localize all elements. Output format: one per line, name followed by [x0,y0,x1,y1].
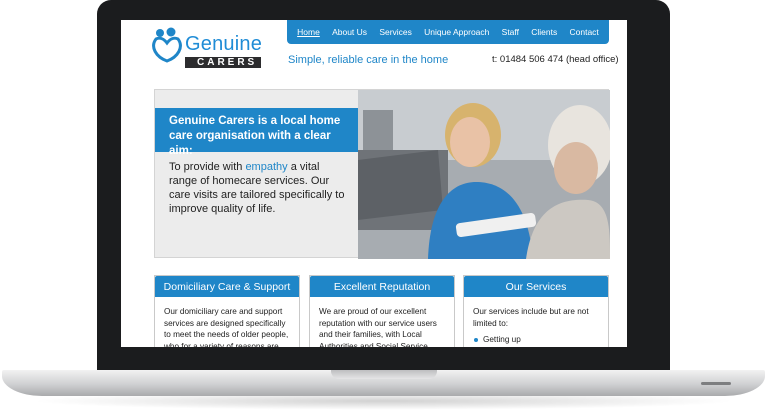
phone-number: t: 01484 506 474 (head office) [492,54,619,65]
nav-about-us[interactable]: About Us [332,27,367,37]
nav-home[interactable]: Home [297,27,320,37]
laptop-screen: Genuine CARERS Home About Us Services Un… [121,20,627,347]
nav-services[interactable]: Services [379,27,412,37]
card-title: Excellent Reputation [310,276,454,297]
hero-text: To provide with empathy a vital range of… [169,160,349,216]
main-nav: Home About Us Services Unique Approach S… [287,20,609,44]
laptop-notch [331,370,437,379]
card-body: Our domiciliary care and support service… [164,307,289,347]
card-domiciliary-care: Domiciliary Care & Support Our domicilia… [154,275,300,347]
nav-contact[interactable]: Contact [570,27,599,37]
site-logo[interactable]: Genuine CARERS [152,27,262,69]
nav-clients[interactable]: Clients [531,27,557,37]
site-tagline: Simple, reliable care in the home [288,54,449,66]
laptop-indicator-light [701,382,731,385]
list-item: Getting up [473,334,600,346]
carer-photo-illustration [358,90,610,259]
card-title: Domiciliary Care & Support [155,276,299,297]
hero-heading: Genuine Carers is a local home care orga… [155,108,359,157]
card-excellent-reputation: Excellent Reputation We are proud of our… [309,275,455,347]
hero-text-start: To provide with [169,161,246,173]
hero-text-highlight: empathy [245,161,288,173]
card-body: We are proud of our excellent reputation… [319,307,437,347]
hero-banner: Genuine Carers is a local home care orga… [154,89,610,259]
hero-photo-carer [358,90,610,259]
logo-wordmark: Genuine [185,33,263,55]
nav-staff[interactable]: Staff [502,27,519,37]
card-our-services: Our Services Our services include but ar… [463,275,609,347]
services-list: Getting up [473,334,600,346]
heart-people-icon [152,27,182,63]
nav-unique-approach[interactable]: Unique Approach [424,27,489,37]
logo-subtitle: CARERS [197,57,258,68]
card-body-text: Our services include but are not limited… [473,307,589,328]
card-body: Our services include but are not limited… [464,297,608,346]
card-title: Our Services [464,276,608,297]
